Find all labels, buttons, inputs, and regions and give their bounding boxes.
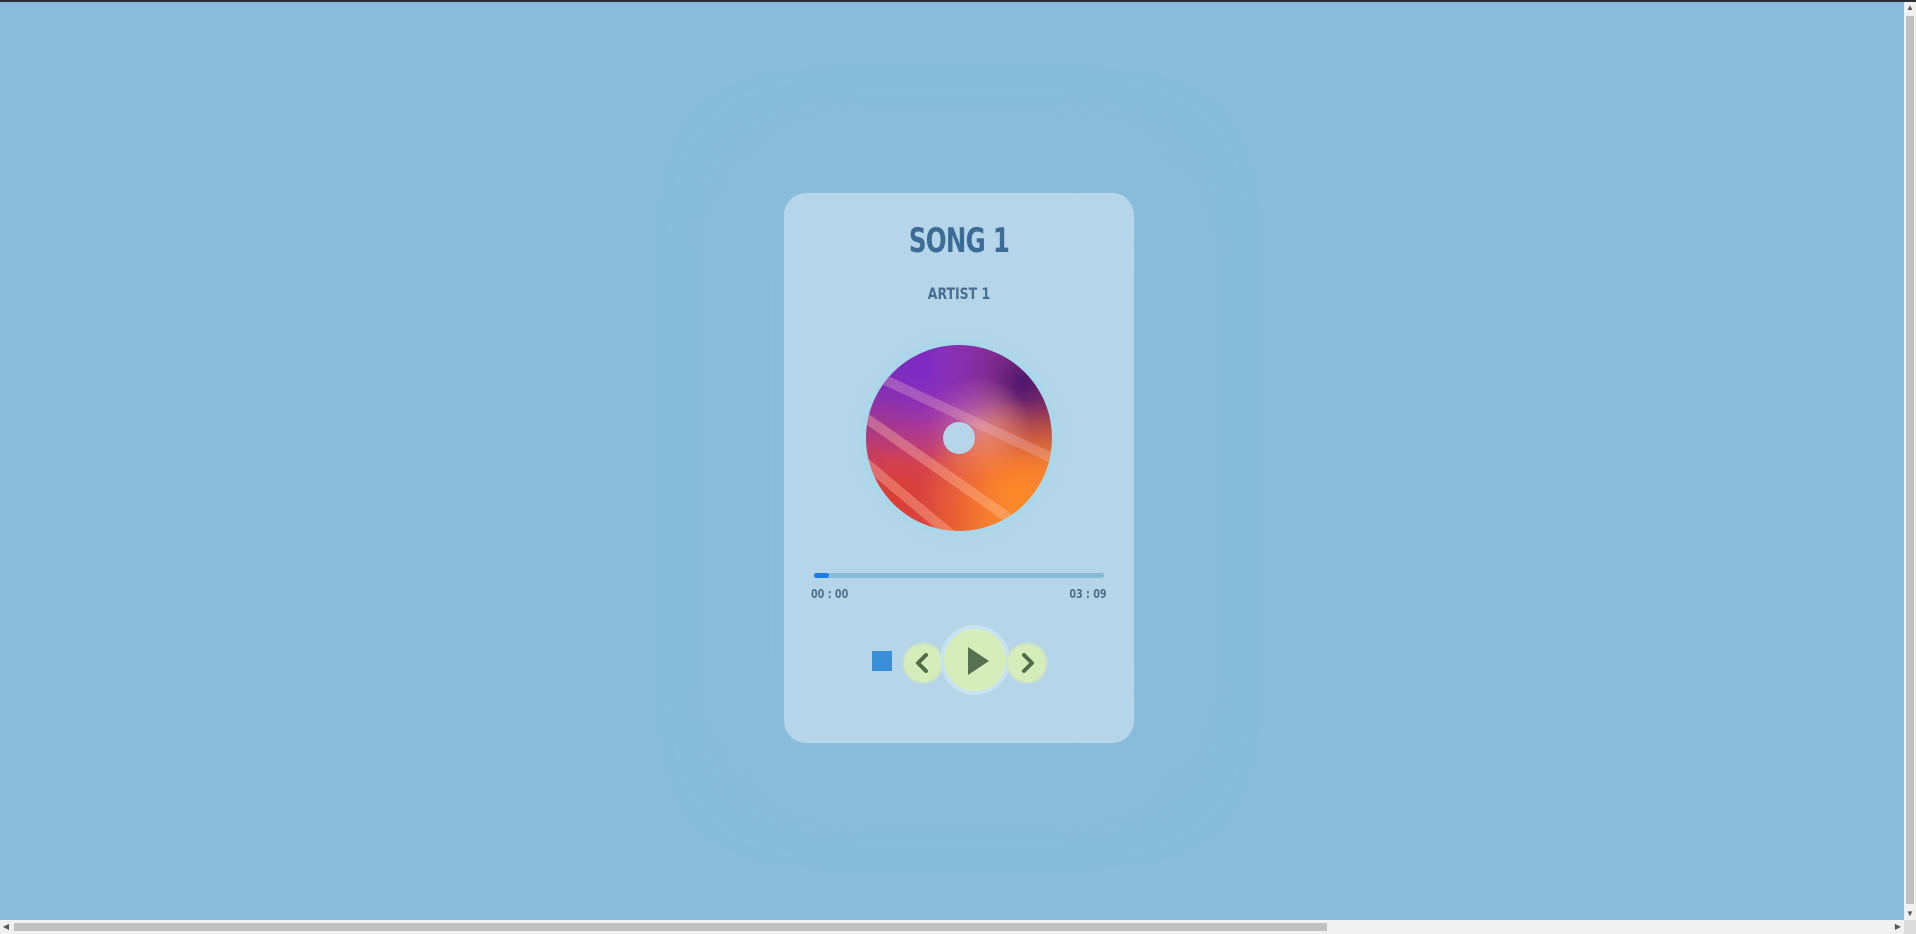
play-icon <box>968 647 989 675</box>
disc-center-hole <box>943 422 975 454</box>
page-viewport: SONG 1 ARTIST 1 00 : 00 03 : 09 <box>0 2 1904 920</box>
play-button[interactable] <box>944 629 1006 691</box>
playback-controls <box>784 624 1134 694</box>
next-button[interactable] <box>1008 644 1046 682</box>
progress-fill <box>814 573 829 578</box>
music-player-card: SONG 1 ARTIST 1 00 : 00 03 : 09 <box>784 193 1134 743</box>
chevron-right-icon <box>1022 653 1034 673</box>
progress-bar[interactable] <box>814 573 1104 578</box>
scroll-down-arrow-icon[interactable]: ▼ <box>1904 908 1916 920</box>
cover-art-detail <box>866 440 1015 531</box>
album-cover-disc <box>866 345 1052 531</box>
horizontal-scroll-thumb[interactable] <box>14 923 1327 931</box>
chevron-left-icon <box>916 653 928 673</box>
scrollbar-corner <box>1904 920 1916 934</box>
scroll-up-arrow-icon[interactable]: ▲ <box>1904 2 1916 14</box>
stop-button[interactable] <box>872 651 892 671</box>
scroll-left-arrow-icon[interactable]: ◀ <box>0 920 12 934</box>
artist-name: ARTIST 1 <box>927 284 991 303</box>
current-time: 00 : 00 <box>811 587 849 601</box>
song-title: SONG 1 <box>908 221 1010 261</box>
horizontal-scrollbar[interactable]: ◀ ▶ <box>0 920 1904 934</box>
previous-button[interactable] <box>904 644 942 682</box>
total-time: 03 : 09 <box>1069 587 1107 601</box>
scroll-right-arrow-icon[interactable]: ▶ <box>1892 920 1904 934</box>
vertical-scroll-thumb[interactable] <box>1906 16 1914 904</box>
vertical-scrollbar[interactable]: ▲ ▼ <box>1904 2 1916 920</box>
